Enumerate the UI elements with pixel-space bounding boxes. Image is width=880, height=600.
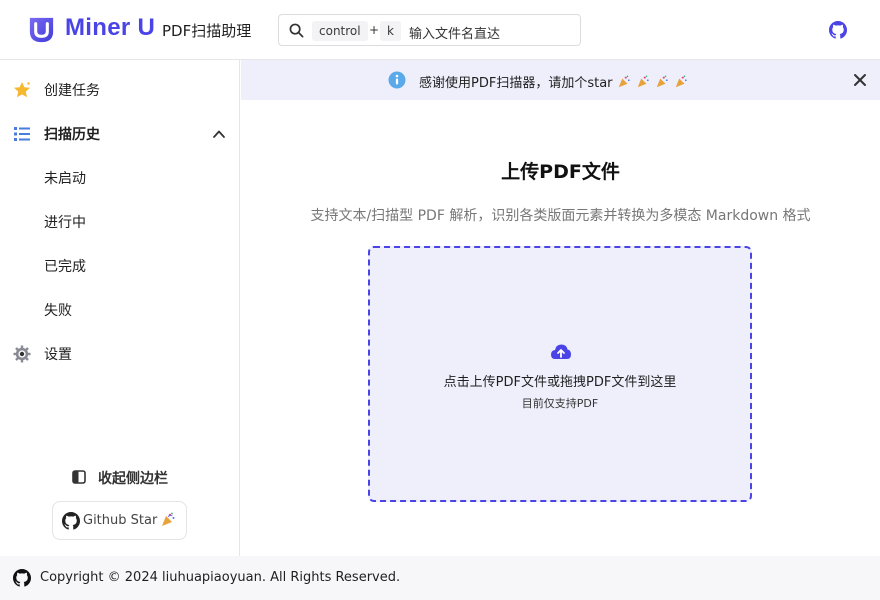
sidebar-subitem-label: 失败 — [44, 303, 72, 319]
search-box[interactable]: control + k 输入文件名直达 — [278, 14, 581, 46]
sidebar-subitem-label: 进行中 — [44, 215, 86, 231]
shortcut-key-control: control — [312, 21, 368, 41]
info-icon — [388, 71, 406, 89]
sidebar-item-label: 创建任务 — [44, 83, 100, 99]
party-popper-icon — [675, 75, 687, 88]
search-placeholder: 输入文件名直达 — [409, 27, 501, 42]
list-icon — [14, 127, 30, 141]
party-popper-icon — [162, 512, 175, 526]
star-icon — [14, 82, 30, 98]
sidebar-subitem-not-started[interactable]: 未启动 — [0, 156, 239, 200]
shortcut-key-k: k — [380, 21, 401, 41]
sidebar-subitem-failed[interactable]: 失败 — [0, 288, 239, 332]
sidebar-subitem-completed[interactable]: 已完成 — [0, 244, 239, 288]
page-title: 上传PDF文件 — [501, 161, 620, 183]
sidebar-item-label: 设置 — [44, 347, 72, 363]
gear-icon — [13, 345, 31, 363]
github-icon — [62, 512, 80, 530]
sidebar: 创建任务 扫描历史 未启动 进行中 已完成 失败 设置 收起侧边栏 Github… — [0, 60, 240, 556]
footer: Copyright © 2024 liuhuapiaoyuan. All Rig… — [0, 556, 880, 600]
github-star-button[interactable]: Github Star — [52, 501, 187, 540]
sidebar-panel-icon — [72, 470, 86, 484]
github-star-label: Github Star — [83, 513, 158, 528]
chevron-up-icon[interactable] — [212, 127, 226, 141]
copyright-text: Copyright © 2024 liuhuapiaoyuan. All Rig… — [40, 570, 401, 585]
github-icon[interactable] — [829, 21, 847, 39]
collapse-sidebar-label: 收起侧边栏 — [98, 471, 168, 487]
party-popper-icon — [656, 75, 668, 88]
sidebar-subitem-in-progress[interactable]: 进行中 — [0, 200, 239, 244]
close-icon[interactable] — [853, 73, 867, 87]
search-icon — [289, 23, 304, 38]
upload-dropzone[interactable]: 点击上传PDF文件或拖拽PDF文件到这里 目前仅支持PDF — [368, 246, 752, 502]
party-popper-icon — [618, 75, 630, 88]
brand-subtitle: PDF扫描助理 — [162, 22, 252, 40]
sidebar-item-label: 扫描历史 — [44, 127, 100, 143]
brand-name: Miner U — [65, 14, 156, 41]
page-description: 支持文本/扫描型 PDF 解析，识别各类版面元素并转换为多模态 Markdown… — [310, 208, 811, 224]
party-popper-icon — [637, 75, 649, 88]
sidebar-subitem-label: 未启动 — [44, 171, 86, 187]
notice-message: 感谢使用PDF扫描器，请加个star — [419, 72, 689, 91]
dropzone-subtitle: 目前仅支持PDF — [521, 397, 599, 410]
notice-banner: 感谢使用PDF扫描器，请加个star — [241, 60, 880, 100]
main-content: 上传PDF文件 支持文本/扫描型 PDF 解析，识别各类版面元素并转换为多模态 … — [241, 100, 880, 556]
cloud-upload-icon — [551, 344, 571, 359]
logo-icon — [29, 17, 54, 43]
github-icon[interactable] — [13, 569, 31, 587]
sidebar-item-create-task[interactable]: 创建任务 — [0, 68, 239, 112]
sidebar-subitem-label: 已完成 — [44, 259, 86, 275]
app-root: Miner U PDF扫描助理 control + k 输入文件名直达 创建任务 — [0, 0, 880, 600]
sidebar-item-scan-history[interactable]: 扫描历史 — [0, 112, 239, 156]
sidebar-item-settings[interactable]: 设置 — [0, 332, 239, 376]
dropzone-title: 点击上传PDF文件或拖拽PDF文件到这里 — [443, 375, 677, 390]
shortcut-plus: + — [369, 23, 380, 37]
top-header: Miner U PDF扫描助理 control + k 输入文件名直达 — [0, 0, 880, 60]
notice-message-text: 感谢使用PDF扫描器，请加个star — [419, 76, 613, 91]
